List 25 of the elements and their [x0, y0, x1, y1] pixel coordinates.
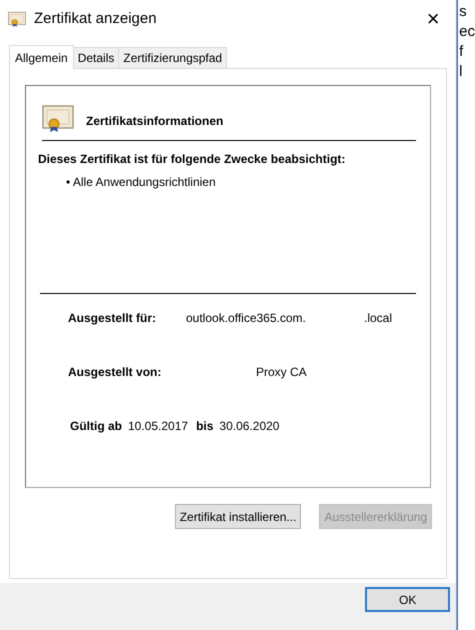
field-label: Gültig ab [70, 418, 122, 435]
tab[interactable]: Zertifizierungspfad [119, 47, 228, 68]
background-text: l [459, 62, 464, 82]
field-value: Proxy CA [256, 364, 307, 381]
close-button[interactable]: × [418, 8, 448, 30]
purpose-item: • Alle Anwendungsrichtlinien [66, 174, 217, 191]
field-value: .local [364, 310, 392, 327]
purpose-heading: Dieses Zertifikat ist für folgende Zwecke beabsichtigt: [38, 151, 346, 168]
field-label: bis [196, 418, 214, 435]
field-value: outlook.office365.com. [186, 310, 307, 327]
background-text: s [459, 2, 468, 22]
tab[interactable]: Allgemein [9, 45, 74, 69]
field-value: 30.06.2020 [219, 418, 280, 435]
field-label: Ausgestellt für: [68, 310, 158, 327]
certificate-icon [8, 11, 26, 27]
field-label: Ausgestellt von: [68, 364, 162, 381]
dialog-button[interactable]: Zertifikat installieren... [174, 504, 302, 529]
background-text: f [459, 42, 464, 62]
certificate-icon [42, 104, 74, 132]
section-heading: Zertifikatsinformationen [86, 113, 224, 130]
window-title: Zertifikat anzeigen [34, 8, 157, 29]
field-value: 10.05.2017 [128, 418, 188, 435]
ok-button[interactable]: OK [365, 587, 450, 612]
background-text: ec [459, 22, 475, 42]
tab[interactable]: Details [74, 47, 120, 68]
